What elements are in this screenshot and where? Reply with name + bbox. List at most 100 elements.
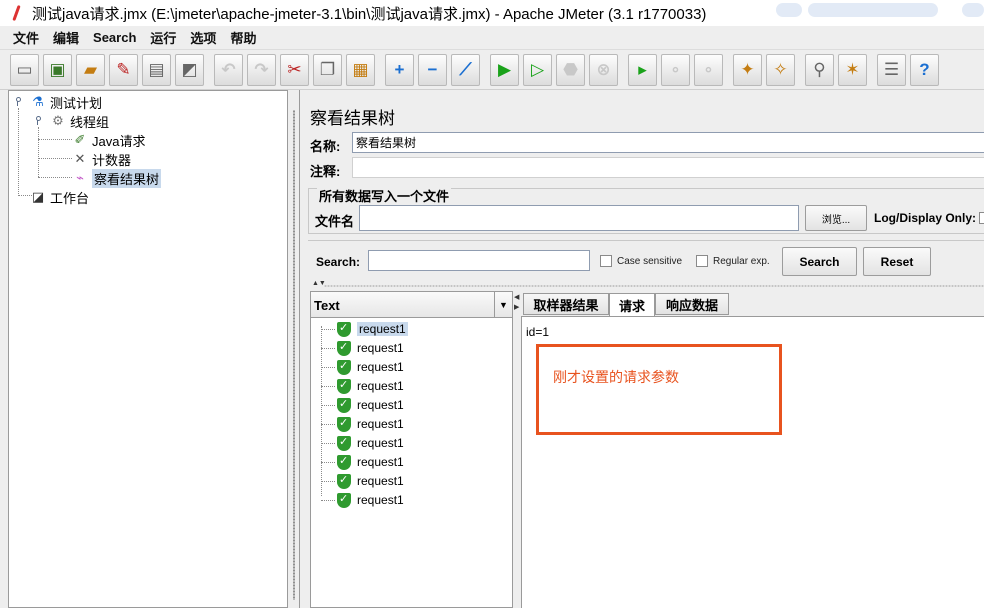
reset-search-icon[interactable]: ✶: [838, 53, 867, 86]
tree-node-thread-group[interactable]: ⚙ 线程组: [49, 112, 109, 130]
reset-button[interactable]: Reset: [863, 247, 931, 276]
tab-sampler-result[interactable]: 取样器结果: [523, 293, 609, 315]
renderer-select[interactable]: Text ▼: [311, 292, 512, 318]
case-sensitive-option[interactable]: Case sensitive: [600, 255, 682, 267]
success-shield-icon: [337, 397, 351, 413]
tree-node-workbench[interactable]: ◪ 工作台: [29, 188, 89, 206]
blurred-region: [962, 3, 984, 17]
function-helper-icon[interactable]: ☰: [877, 53, 906, 86]
tree-node-results-tree[interactable]: ⌁ 察看结果树: [71, 168, 162, 188]
search-icon[interactable]: ⚲: [805, 53, 834, 86]
paste-icon[interactable]: ▦: [346, 53, 375, 86]
list-item[interactable]: request1: [321, 453, 404, 471]
regex-checkbox[interactable]: [696, 255, 708, 267]
list-item[interactable]: request1: [321, 415, 404, 433]
list-item[interactable]: request1: [321, 339, 404, 357]
help-icon[interactable]: ?: [910, 53, 939, 86]
search-label: Search:: [316, 255, 361, 269]
request-body-text: id=1: [526, 325, 550, 339]
save-icon[interactable]: ▤: [142, 53, 171, 86]
tree-node-counter[interactable]: ✕ 计数器: [71, 150, 131, 168]
success-shield-icon: [337, 321, 351, 337]
success-shield-icon: [337, 359, 351, 375]
list-item[interactable]: request1: [321, 434, 404, 452]
search-input[interactable]: [368, 250, 590, 271]
test-plan-tree[interactable]: ⚗ 测试计划 ⚙ 线程组 ✐ Java请求 ✕ 计数器 ⌁ 察看结果树 ◪ 工作…: [8, 90, 288, 608]
regex-option[interactable]: Regular exp.: [696, 255, 770, 267]
browse-button[interactable]: 浏览...: [805, 205, 867, 231]
remote-start-icon[interactable]: ▸: [628, 53, 657, 86]
success-shield-icon: [337, 492, 351, 508]
filename-label: 文件名: [315, 214, 355, 229]
name-label: 名称:: [310, 139, 341, 154]
clear-all-icon[interactable]: ✧: [766, 53, 795, 86]
jmeter-feather-icon: [8, 4, 26, 22]
search-button[interactable]: Search: [782, 247, 857, 276]
tree-node-test-plan[interactable]: ⚗ 测试计划: [29, 93, 102, 111]
remote-stop-icon[interactable]: ∘: [661, 53, 690, 86]
request-content[interactable]: id=1 刚才设置的请求参数: [521, 316, 984, 608]
save-as-icon[interactable]: ◩: [175, 53, 204, 86]
name-field[interactable]: 察看结果树: [352, 132, 984, 153]
clear-icon[interactable]: ✦: [733, 53, 762, 86]
expand-toggle-icon[interactable]: [33, 116, 42, 125]
splitter-arrows-icon[interactable]: ▲▼: [312, 280, 326, 287]
success-shield-icon: [337, 378, 351, 394]
expand-icon[interactable]: +: [385, 53, 414, 86]
menu-run[interactable]: 运行: [150, 28, 176, 47]
result-tabs: 取样器结果 请求 响应数据 id=1 刚才设置的请求参数: [521, 291, 984, 608]
comment-label: 注释:: [310, 164, 341, 179]
case-sensitive-checkbox[interactable]: [600, 255, 612, 267]
file-output-title: 所有数据写入一个文件: [317, 186, 452, 205]
comment-field[interactable]: [352, 157, 984, 178]
start-icon[interactable]: ▶: [490, 53, 519, 86]
success-shield-icon: [337, 435, 351, 451]
shutdown-icon[interactable]: ⊗: [589, 53, 618, 86]
menu-edit[interactable]: 编辑: [53, 28, 79, 47]
list-item[interactable]: request1: [321, 491, 404, 509]
undo-icon[interactable]: ↶: [214, 53, 243, 86]
templates-icon[interactable]: ▣: [43, 53, 72, 86]
success-shield-icon: [337, 340, 351, 356]
menu-file[interactable]: 文件: [13, 28, 39, 47]
copy-icon[interactable]: ❐: [313, 53, 342, 86]
toggle-icon[interactable]: ⟋: [451, 53, 480, 86]
collapse-left-icon[interactable]: ◀: [514, 293, 519, 301]
menu-options[interactable]: 选项: [190, 28, 216, 47]
stop-icon[interactable]: ⬣: [556, 53, 585, 86]
start-no-timers-icon[interactable]: ▷: [523, 53, 552, 86]
collapse-icon[interactable]: −: [418, 53, 447, 86]
tree-node-java-request[interactable]: ✐ Java请求: [71, 131, 146, 149]
list-item[interactable]: request1: [321, 377, 404, 395]
success-shield-icon: [337, 473, 351, 489]
success-shield-icon: [337, 416, 351, 432]
list-item[interactable]: request1: [321, 396, 404, 414]
splitter-handle[interactable]: [324, 285, 984, 287]
close-icon[interactable]: ✎: [109, 53, 138, 86]
cut-icon[interactable]: ✂: [280, 53, 309, 86]
split-pane-divider[interactable]: [289, 90, 299, 608]
log-display-label: Log/Display Only:: [874, 211, 977, 225]
list-item[interactable]: request1: [321, 320, 408, 338]
tab-response-data[interactable]: 响应数据: [655, 293, 729, 315]
tab-request[interactable]: 请求: [609, 293, 655, 317]
list-item[interactable]: request1: [321, 472, 404, 490]
chevron-down-icon[interactable]: ▼: [494, 292, 512, 317]
filename-input[interactable]: [359, 205, 799, 231]
remote-shutdown-icon[interactable]: ∘: [694, 53, 723, 86]
expand-toggle-icon[interactable]: [13, 97, 22, 106]
open-icon[interactable]: ▰: [76, 53, 105, 86]
sample-results-list[interactable]: Text ▼ request1 request1 request1 reques…: [310, 291, 513, 608]
menu-help[interactable]: 帮助: [230, 28, 256, 47]
new-icon[interactable]: ▭: [10, 53, 39, 86]
menu-bar: 文件 编辑 Search 运行 选项 帮助: [0, 26, 984, 50]
test-plan-icon: ⚗: [32, 94, 44, 109]
title-bar: 测试java请求.jmx (E:\jmeter\apache-jmeter-3.…: [0, 0, 984, 26]
workbench-icon: ◪: [31, 189, 45, 204]
menu-search[interactable]: Search: [93, 30, 136, 45]
redo-icon[interactable]: ↷: [247, 53, 276, 86]
collapse-right-icon[interactable]: ▶: [514, 303, 519, 311]
results-split-divider[interactable]: ◀ ▶: [513, 291, 521, 608]
list-item[interactable]: request1: [321, 358, 404, 376]
errors-checkbox[interactable]: [979, 212, 984, 224]
